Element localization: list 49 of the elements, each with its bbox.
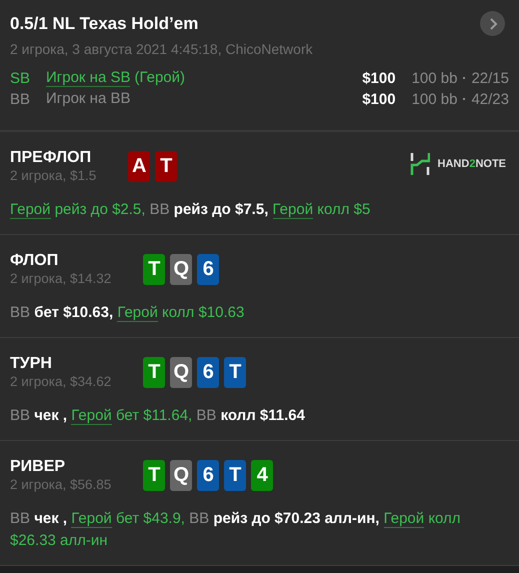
playing-card: T (155, 151, 178, 182)
player-link[interactable]: Герой (10, 201, 51, 219)
playing-card: T (143, 357, 166, 388)
next-button[interactable] (480, 11, 505, 36)
playing-card: 4 (251, 460, 274, 491)
logo-text: HAND2NOTE (438, 158, 506, 170)
street-name: ФЛОП (10, 252, 60, 270)
action-line: BB чек , Герой бет $11.64, BB колл $11.64 (10, 406, 306, 427)
playing-card: T (224, 460, 246, 491)
player-link[interactable]: Игрок на BB (46, 90, 130, 108)
street-name: ПРЕФЛОП (10, 149, 92, 167)
stack-amount: $100 (362, 90, 396, 108)
playing-card: Q (170, 357, 192, 388)
street-name: РИВЕР (10, 458, 66, 476)
playing-card: T (224, 357, 246, 388)
playing-card: 6 (197, 460, 220, 491)
player-link[interactable]: Герой (71, 510, 112, 528)
playing-card: Q (170, 254, 192, 285)
action-line: BB бет $10.63, Герой колл $10.63 (10, 303, 246, 324)
hero-tag: (Герой) (134, 69, 185, 87)
stack-amount: $100 (362, 70, 396, 86)
logo-icon (410, 153, 430, 175)
action-line: BB чек , Герой бет $43.9, BB рейз до $70.23 алл-ин, Герой колл $26.33 алл-ин (10, 509, 462, 551)
action-line: Герой рейз до $2.5, BB рейз до $7.5, Герой колл $5 (10, 200, 372, 221)
seat-position: BB (10, 90, 32, 108)
player-stats: 22/15 (471, 70, 509, 86)
player-stats: 42/23 (471, 90, 509, 108)
playing-card: Q (170, 460, 192, 491)
player-link[interactable]: Герой (272, 201, 314, 219)
seat-position: SB (10, 70, 32, 86)
stack-bb: 100 bb (412, 70, 458, 86)
playing-card: 6 (197, 357, 220, 388)
player-link[interactable]: Герой (117, 304, 158, 322)
street-info: 2 игрока, $34.62 (10, 374, 112, 389)
player-link[interactable]: Герой (384, 510, 424, 528)
street-info: 2 игрока, $14.32 (10, 271, 112, 286)
playing-card: T (143, 254, 166, 285)
street-name: ТУРН (10, 355, 53, 373)
street-info: 2 игрока, $1.5 (10, 168, 96, 183)
playing-card: T (143, 460, 166, 491)
hand-title: 0.5/1 NL Texas Hold’em (10, 14, 198, 34)
playing-card: 6 (197, 254, 220, 285)
stack-bb: 100 bb (412, 90, 458, 108)
playing-card: A (128, 151, 150, 182)
hand-details: 2 игрока, 3 августа 2021 4:45:18, ChicoNetwork (10, 41, 314, 57)
player-link[interactable]: Игрок на SB (46, 69, 130, 87)
player-link[interactable]: Герой (71, 407, 112, 425)
chevron-right-icon (488, 18, 498, 30)
street-info: 2 игрока, $56.85 (10, 477, 112, 492)
